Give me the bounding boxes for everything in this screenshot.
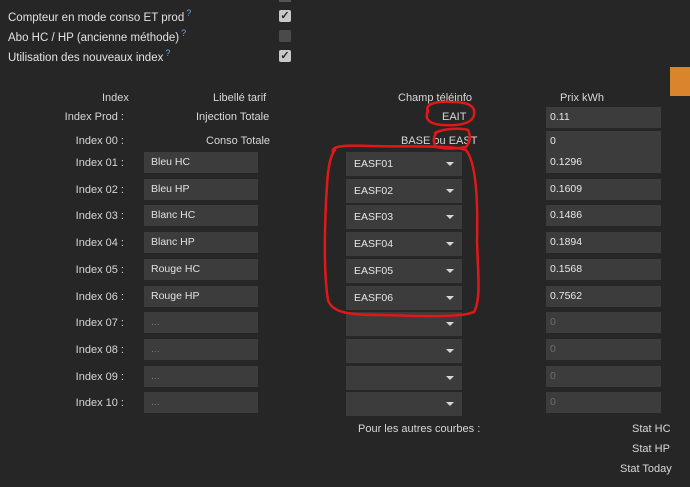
header-index: Index: [102, 92, 129, 104]
libelle-input[interactable]: Rouge HP: [144, 286, 258, 307]
chevron-down-icon: [446, 242, 454, 246]
champ-prod: EAIT: [442, 111, 467, 123]
libelle-input[interactable]: ...: [144, 366, 258, 387]
prix-input[interactable]: 0.1296: [546, 152, 661, 173]
option-conso-prod-checkbox[interactable]: ✓: [279, 10, 291, 22]
libelle-input[interactable]: ...: [144, 339, 258, 360]
prix-input[interactable]: 0.1486: [546, 205, 661, 226]
champ-select[interactable]: EASF01: [346, 152, 462, 176]
champ-select[interactable]: EASF05: [346, 259, 462, 283]
chevron-down-icon: [446, 162, 454, 166]
option-nouveaux-index-label: Utilisation des nouveaux index?: [8, 48, 171, 64]
libelle-conso: Conso Totale: [206, 135, 271, 147]
chevron-down-icon: [446, 376, 454, 380]
help-icon[interactable]: ?: [165, 48, 170, 58]
champ-select[interactable]: EASF02: [346, 179, 462, 203]
prix-input[interactable]: 0.7562: [546, 286, 661, 307]
index-00-label: Index 00 :: [75, 135, 124, 147]
prix-input[interactable]: 0.1894: [546, 232, 661, 253]
libelle-input[interactable]: Rouge HC: [144, 259, 258, 280]
prix-input[interactable]: 0: [546, 312, 661, 333]
prix-input[interactable]: 0: [546, 392, 661, 413]
index-label: Index 06 :: [75, 291, 124, 303]
champ-select[interactable]: [346, 339, 462, 363]
chevron-down-icon: [446, 215, 454, 219]
chevron-down-icon: [446, 322, 454, 326]
option-nouveaux-index-checkbox[interactable]: ✓: [279, 50, 291, 62]
header-libelle: Libellé tarif: [213, 92, 267, 104]
help-icon[interactable]: ?: [181, 28, 186, 38]
prix-input[interactable]: 0.1609: [546, 179, 661, 200]
champ-select[interactable]: [346, 312, 462, 336]
chevron-down-icon: [446, 296, 454, 300]
index-label: Index 01 :: [75, 157, 124, 169]
stat-hc-label: Stat HC: [632, 423, 671, 435]
prix-conso-input[interactable]: 0: [546, 131, 661, 152]
champ-select[interactable]: EASF06: [346, 286, 462, 310]
champ-conso: BASE ou EAST: [401, 135, 478, 147]
help-icon[interactable]: ?: [186, 8, 191, 18]
index-label: Index 07 :: [75, 317, 124, 329]
chevron-down-icon: [446, 269, 454, 273]
prix-input[interactable]: 0: [546, 339, 661, 360]
champ-select[interactable]: [346, 392, 462, 416]
index-label: Index 09 :: [75, 371, 124, 383]
chevron-down-icon: [446, 189, 454, 193]
index-label: Index 03 :: [75, 210, 124, 222]
index-label: Index 08 :: [75, 344, 124, 356]
champ-select[interactable]: EASF04: [346, 232, 462, 256]
index-label: Index 05 :: [75, 264, 124, 276]
option-hc-hp-checkbox[interactable]: [279, 30, 291, 42]
champ-select[interactable]: EASF03: [346, 205, 462, 229]
index-label: Index 02 :: [75, 184, 124, 196]
stat-hp-label: Stat HP: [632, 443, 670, 455]
option-conso-prod-label: Compteur en mode conso ET prod?: [8, 8, 192, 24]
header-champ: Champ téléinfo: [398, 92, 472, 104]
libelle-input[interactable]: ...: [144, 392, 258, 413]
prix-prod-input[interactable]: 0.11: [546, 107, 661, 128]
libelle-prod: Injection Totale: [196, 111, 270, 123]
libelle-input[interactable]: Bleu HC: [144, 152, 258, 173]
prix-input[interactable]: 0.1568: [546, 259, 661, 280]
chevron-down-icon: [446, 349, 454, 353]
index-label: Index 04 :: [75, 237, 124, 249]
prix-input[interactable]: 0: [546, 366, 661, 387]
stat-today-label: Stat Today: [620, 463, 672, 475]
libelle-input[interactable]: Bleu HP: [144, 179, 258, 200]
libelle-input[interactable]: Blanc HC: [144, 205, 258, 226]
index-prod-label: Index Prod :: [64, 111, 124, 123]
index-label: Index 10 :: [75, 397, 124, 409]
chevron-down-icon: [446, 402, 454, 406]
side-accent-tab[interactable]: [670, 67, 690, 96]
libelle-input[interactable]: Blanc HP: [144, 232, 258, 253]
top-divider: [279, 0, 291, 2]
champ-select[interactable]: [346, 366, 462, 390]
option-hc-hp-label: Abo HC / HP (ancienne méthode)?: [8, 28, 187, 44]
libelle-input[interactable]: ...: [144, 312, 258, 333]
header-prix: Prix kWh: [560, 92, 604, 104]
autres-courbes-label: Pour les autres courbes :: [358, 423, 481, 435]
